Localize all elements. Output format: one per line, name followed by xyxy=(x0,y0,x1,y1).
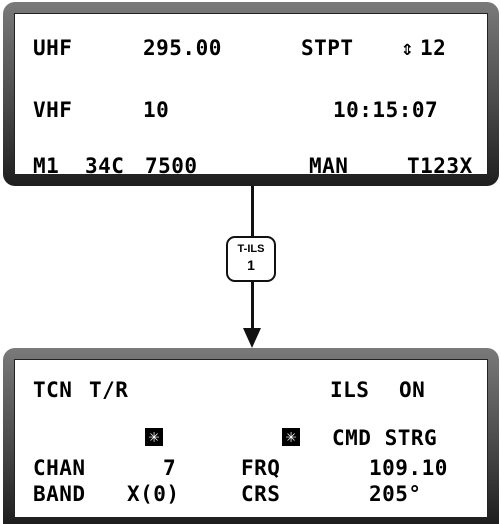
crs-value: 205° xyxy=(369,482,422,506)
t-ils-button-number: 1 xyxy=(247,257,255,273)
ils-label: ILS xyxy=(330,378,370,402)
bottom-ded-display: TCN T/R ILS ON ✳ ✳ CMD STRG CHAN 7 FRQ 1… xyxy=(3,348,499,524)
uhf-label: UHF xyxy=(33,36,73,60)
top-ded-display: UHF 295.00 STPT ⇕ 12 VHF 10 10:15:07 M1 … xyxy=(3,2,499,186)
frq-asterisk-icon: ✳ xyxy=(282,428,300,446)
clock-time: 10:15:07 xyxy=(333,98,439,122)
t-ils-button-label: T-ILS xyxy=(237,243,265,255)
mode1-code: 34C xyxy=(85,154,125,178)
frq-label: FRQ xyxy=(241,456,281,480)
chan-value: 7 xyxy=(163,456,177,480)
band-label: BAND xyxy=(33,482,86,506)
down-arrow-icon xyxy=(243,328,261,348)
tcn-label: TCN xyxy=(33,378,73,402)
m1-label: M1 xyxy=(33,154,60,178)
stpt-number: 12 xyxy=(420,36,447,60)
cmd-strg-label: CMD STRG xyxy=(332,426,438,450)
chan-label: CHAN xyxy=(33,456,86,480)
crs-label: CRS xyxy=(241,482,281,506)
frq-value: 109.10 xyxy=(369,456,448,480)
band-value: X(0) xyxy=(127,482,180,506)
top-ded-screen: UHF 295.00 STPT ⇕ 12 VHF 10 10:15:07 M1 … xyxy=(14,13,488,178)
uhf-frequency: 295.00 xyxy=(143,36,222,60)
tr-mode: T/R xyxy=(89,378,129,402)
stpt-toggle-arrow-icon: ⇕ xyxy=(401,36,415,60)
mode3-code: 7500 xyxy=(145,154,198,178)
vhf-value: 10 xyxy=(143,98,170,122)
iff-mode: MAN xyxy=(309,154,349,178)
bottom-ded-screen: TCN T/R ILS ON ✳ ✳ CMD STRG CHAN 7 FRQ 1… xyxy=(14,359,488,518)
t-ils-button[interactable]: T-ILS 1 xyxy=(226,236,276,282)
tacan-channel: T123X xyxy=(407,154,473,178)
stpt-label: STPT xyxy=(301,36,354,60)
ils-state: ON xyxy=(399,378,426,402)
vhf-label: VHF xyxy=(33,98,73,122)
chan-asterisk-icon: ✳ xyxy=(145,428,163,446)
